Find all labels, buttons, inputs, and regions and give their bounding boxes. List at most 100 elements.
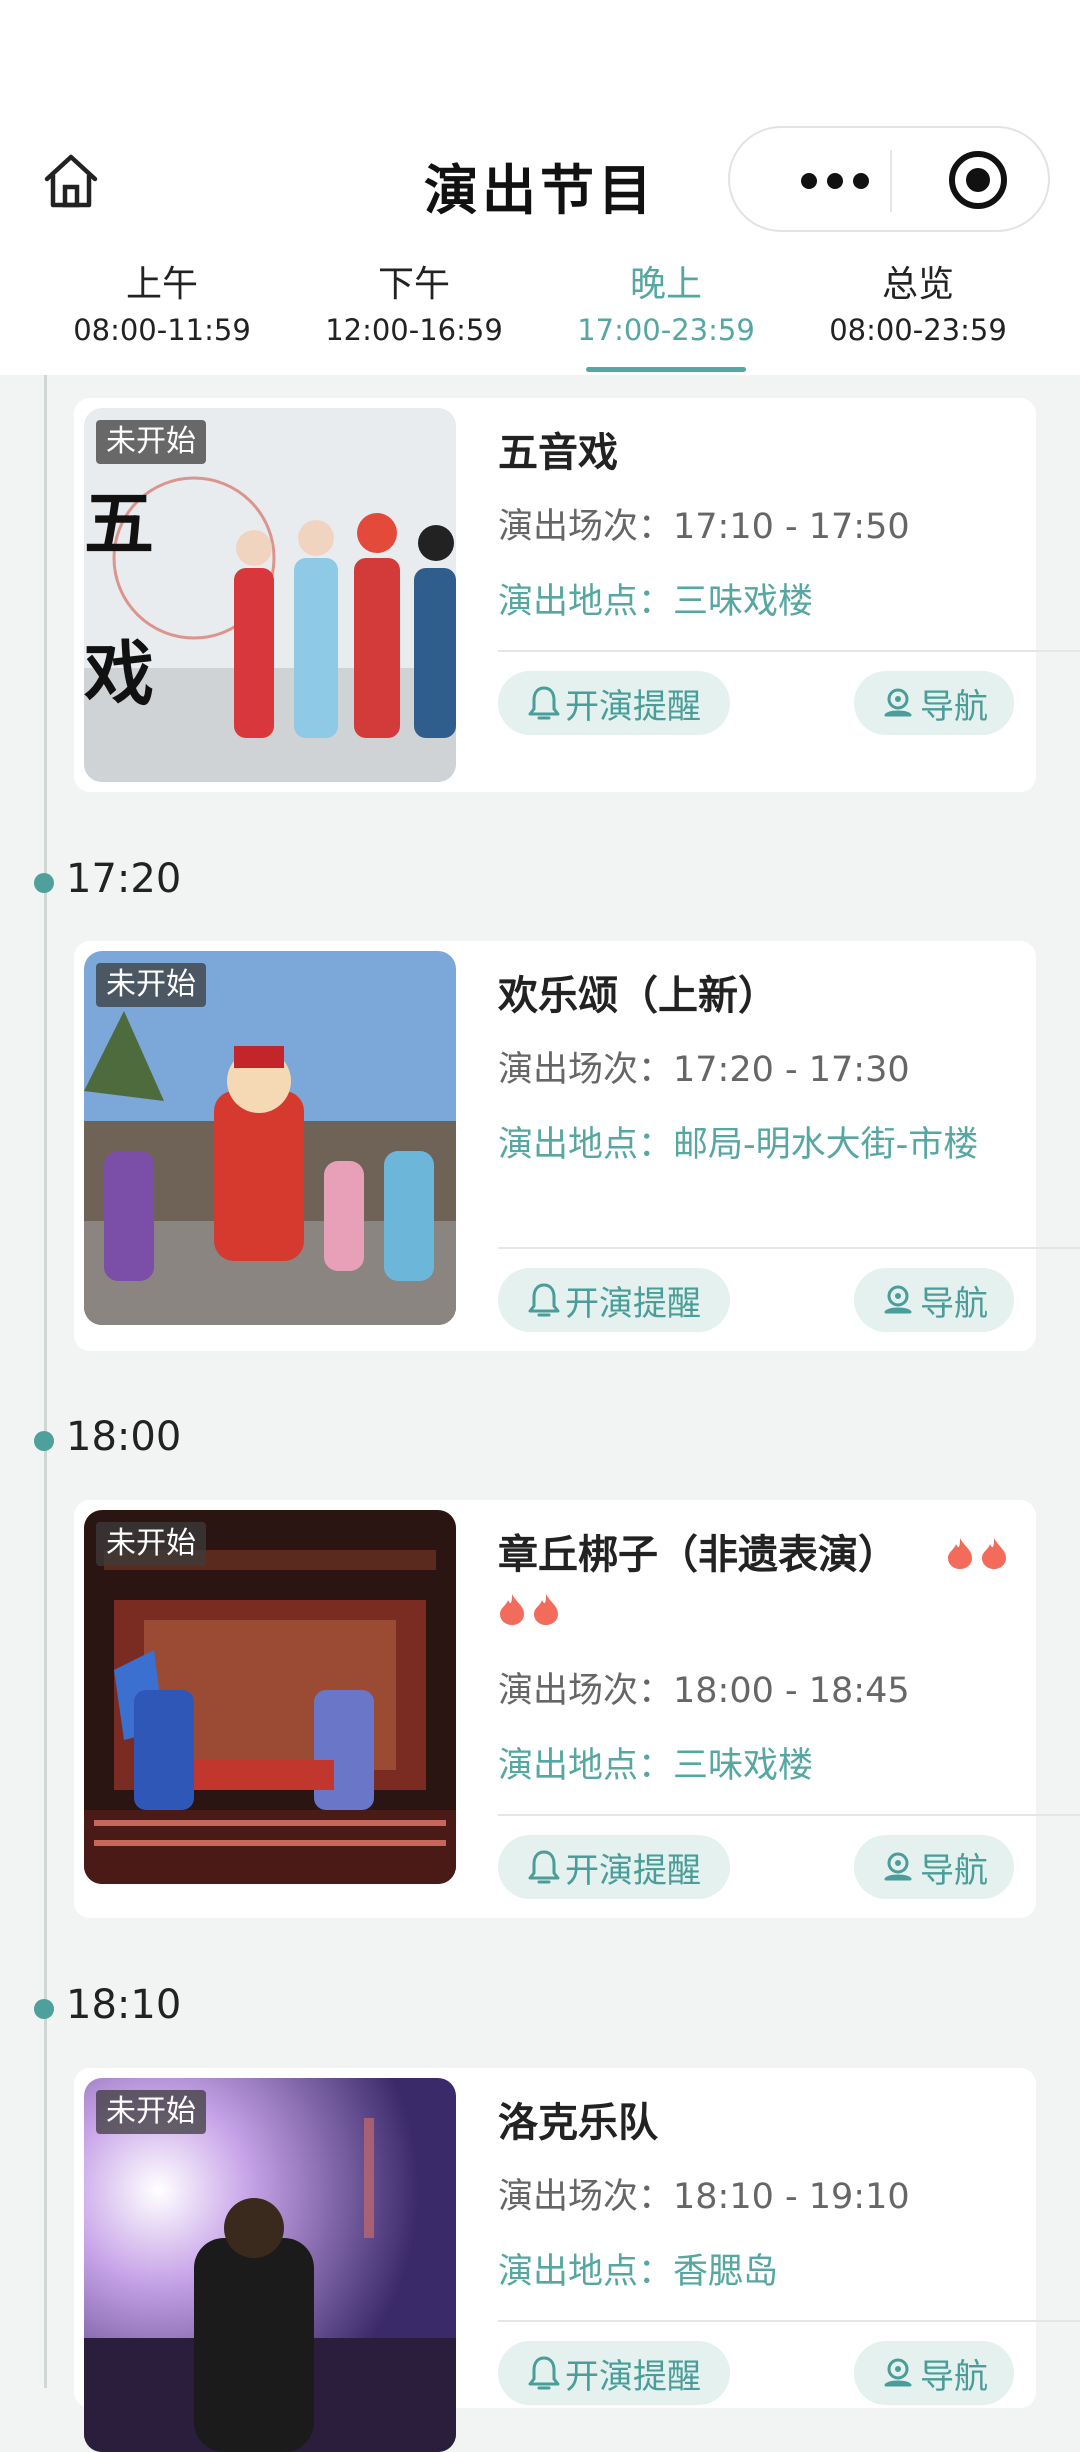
show-image: 未开始	[84, 951, 456, 1325]
nav-label: 导航	[920, 2356, 988, 2397]
show-title: 章丘梆子（非遗表演）	[498, 1532, 898, 1578]
tab-evening[interactable]: 晚上 17:00-23:59	[536, 262, 796, 372]
more-dot	[853, 173, 869, 189]
flame-icon	[500, 1594, 524, 1625]
tab-label: 上午	[125, 264, 198, 305]
nav-button[interactable]: 导航	[854, 671, 1014, 735]
location-text: 邮局-明水大街-市楼	[673, 1125, 979, 1165]
location-prefix: 演出地点：	[498, 582, 674, 622]
session-time: 18:00 - 18:45	[673, 1671, 910, 1711]
group-time-label: 18:00	[66, 1414, 182, 1460]
flame-icon	[982, 1538, 1006, 1569]
remind-label: 开演提醒	[565, 1850, 701, 1891]
show-location: 演出地点：香腮岛	[498, 2245, 1018, 2299]
tab-afternoon[interactable]: 下午 12:00-16:59	[284, 262, 544, 350]
show-image: 五 戏 未开始	[84, 408, 456, 782]
nav-label: 导航	[920, 686, 988, 727]
active-tab-indicator	[586, 367, 746, 372]
show-title: 洛克乐队	[498, 2100, 658, 2146]
tab-time: 08:00-11:59	[73, 313, 251, 347]
tab-overview[interactable]: 总览 08:00-23:59	[788, 262, 1048, 350]
tab-time: 08:00-23:59	[829, 313, 1007, 347]
nav-button[interactable]: 导航	[854, 1268, 1014, 1332]
location-text: 三味戏楼	[673, 1746, 814, 1786]
svg-text:戏: 戏	[84, 632, 154, 715]
remind-button[interactable]: 开演提醒	[498, 1268, 730, 1332]
timeline-line	[44, 375, 47, 2388]
session-prefix: 演出场次：	[498, 1671, 674, 1711]
tab-label: 晚上	[629, 264, 702, 305]
remind-button[interactable]: 开演提醒	[498, 1835, 730, 1899]
flame-icon	[948, 1538, 972, 1569]
tab-label: 总览	[881, 264, 954, 305]
session-prefix: 演出场次：	[498, 1050, 674, 1090]
mini-program-capsule	[728, 126, 1050, 232]
status-badge: 未开始	[96, 2090, 206, 2134]
bell-icon	[528, 2356, 560, 2390]
timeline-dot	[34, 873, 54, 893]
show-title: 五音戏	[498, 430, 618, 476]
nav-label: 导航	[920, 1850, 988, 1891]
remind-button[interactable]: 开演提醒	[498, 671, 730, 735]
hot-rating	[946, 1536, 1008, 1570]
tab-time: 12:00-16:59	[325, 313, 503, 347]
nav-button[interactable]: 导航	[854, 1835, 1014, 1899]
remind-label: 开演提醒	[565, 1283, 701, 1324]
show-session: 演出场次：17:20 - 17:30	[498, 1043, 910, 1097]
remind-label: 开演提醒	[565, 2356, 701, 2397]
remind-label: 开演提醒	[565, 686, 701, 727]
show-location: 演出地点：三味戏楼	[498, 1739, 1018, 1793]
bell-icon	[528, 1283, 560, 1317]
tab-time: 17:00-23:59	[577, 313, 755, 347]
show-card[interactable]: 未开始 欢乐颂（上新） 演出场次：17:20 - 17:30 演出地点：邮局-明…	[74, 941, 1080, 1351]
group-time-label: 18:10	[66, 1982, 182, 2028]
tab-morning[interactable]: 上午 08:00-11:59	[32, 262, 292, 350]
location-text: 香腮岛	[673, 2252, 779, 2292]
show-image: 未开始	[84, 2078, 456, 2452]
show-card[interactable]: 未开始 章丘梆子（非遗表演） 演出场次：18:00 - 18:45 演出地点：三…	[74, 1500, 1080, 1918]
show-session: 演出场次：17:10 - 17:50	[498, 500, 910, 554]
show-location: 演出地点：三味戏楼	[498, 575, 1018, 629]
status-badge: 未开始	[96, 963, 206, 1007]
flame-icon	[534, 1594, 558, 1625]
session-prefix: 演出场次：	[498, 2177, 674, 2217]
location-pin-icon	[884, 2358, 912, 2387]
show-session: 演出场次：18:10 - 19:10	[498, 2170, 910, 2224]
card-divider	[498, 2320, 1080, 2322]
bell-icon	[528, 1850, 560, 1884]
svg-text:五: 五	[84, 482, 154, 565]
card-divider	[498, 650, 1080, 652]
show-image: 未开始	[84, 1510, 456, 1884]
show-card[interactable]: 未开始 洛克乐队 演出场次：18:10 - 19:10 演出地点：香腮岛 开演提…	[74, 2068, 1080, 2452]
session-time: 17:20 - 17:30	[673, 1050, 910, 1090]
more-dots-icon	[801, 173, 817, 189]
bell-icon	[528, 686, 560, 720]
tab-label: 下午	[377, 264, 450, 305]
location-prefix: 演出地点：	[498, 2252, 674, 2292]
target-icon[interactable]	[946, 148, 1010, 212]
time-tabs: 上午 08:00-11:59 下午 12:00-16:59 晚上 17:00-2…	[0, 262, 1080, 374]
card-divider	[498, 1814, 1080, 1816]
location-pin-icon	[884, 1852, 912, 1881]
group-time-label: 17:20	[66, 856, 182, 902]
nav-label: 导航	[920, 1283, 988, 1324]
top-bar: 演出节目 上午 08:00-11:59 下午 12:00-16:59 晚上 17…	[0, 0, 1080, 375]
location-prefix: 演出地点：	[498, 1125, 674, 1165]
nav-button[interactable]: 导航	[854, 2341, 1014, 2405]
card-divider	[498, 1247, 1080, 1249]
session-time: 17:10 - 17:50	[673, 507, 910, 547]
location-pin-icon	[884, 1285, 912, 1314]
hot-rating	[498, 1592, 560, 1626]
timeline-dot	[34, 1431, 54, 1451]
timeline-dot	[34, 1999, 54, 2019]
show-title: 欢乐颂（上新）	[498, 973, 778, 1019]
show-session: 演出场次：18:00 - 18:45	[498, 1664, 910, 1718]
more-button[interactable]	[780, 156, 890, 206]
status-badge: 未开始	[96, 420, 206, 464]
more-dot	[827, 173, 843, 189]
remind-button[interactable]: 开演提醒	[498, 2341, 730, 2405]
capsule-divider	[890, 150, 892, 212]
show-card[interactable]: 五 戏 未开始 五音戏 演出场次：17:10 - 17:50 演出地点：三味戏楼…	[74, 398, 1080, 792]
show-location: 演出地点：邮局-明水大街-市楼	[498, 1118, 1018, 1172]
status-badge: 未开始	[96, 1522, 206, 1566]
